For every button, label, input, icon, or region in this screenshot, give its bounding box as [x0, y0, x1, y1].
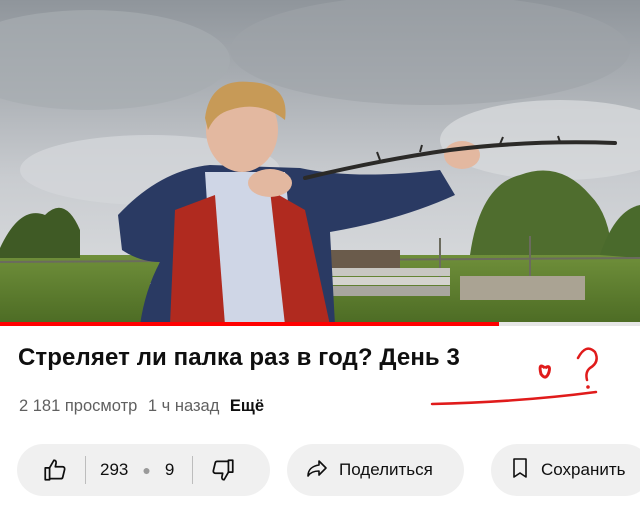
count-dot: ●: [142, 462, 151, 478]
dislike-separator: [192, 456, 194, 484]
save-button[interactable]: Сохранить: [491, 444, 640, 496]
like-count[interactable]: 293: [100, 460, 128, 480]
like-separator: [85, 456, 86, 484]
video-frame-image: [0, 0, 640, 325]
view-count: 2 181 просмотр: [19, 397, 138, 415]
bookmark-icon: [509, 456, 531, 485]
share-arrow-icon: [305, 456, 329, 485]
save-label: Сохранить: [541, 460, 626, 479]
thumb-up-icon[interactable]: [39, 454, 71, 486]
upload-age: 1 ч назад: [147, 397, 220, 415]
thumb-down-icon[interactable]: [207, 454, 239, 486]
video-meta[interactable]: 2 181 просмотр 1 ч назад Ещё: [19, 397, 270, 416]
dislike-count[interactable]: 9: [165, 460, 174, 480]
share-label: Поделиться: [339, 460, 433, 479]
more-link[interactable]: Ещё: [230, 397, 264, 415]
video-player[interactable]: [0, 0, 640, 325]
video-title: Стреляет ли палка раз в год? День 3: [18, 344, 460, 371]
like-dislike-group: 293 ● 9: [17, 444, 270, 496]
video-progress-bar[interactable]: [0, 322, 640, 326]
share-button[interactable]: Поделиться: [287, 444, 464, 496]
video-progress-fill: [0, 322, 500, 326]
